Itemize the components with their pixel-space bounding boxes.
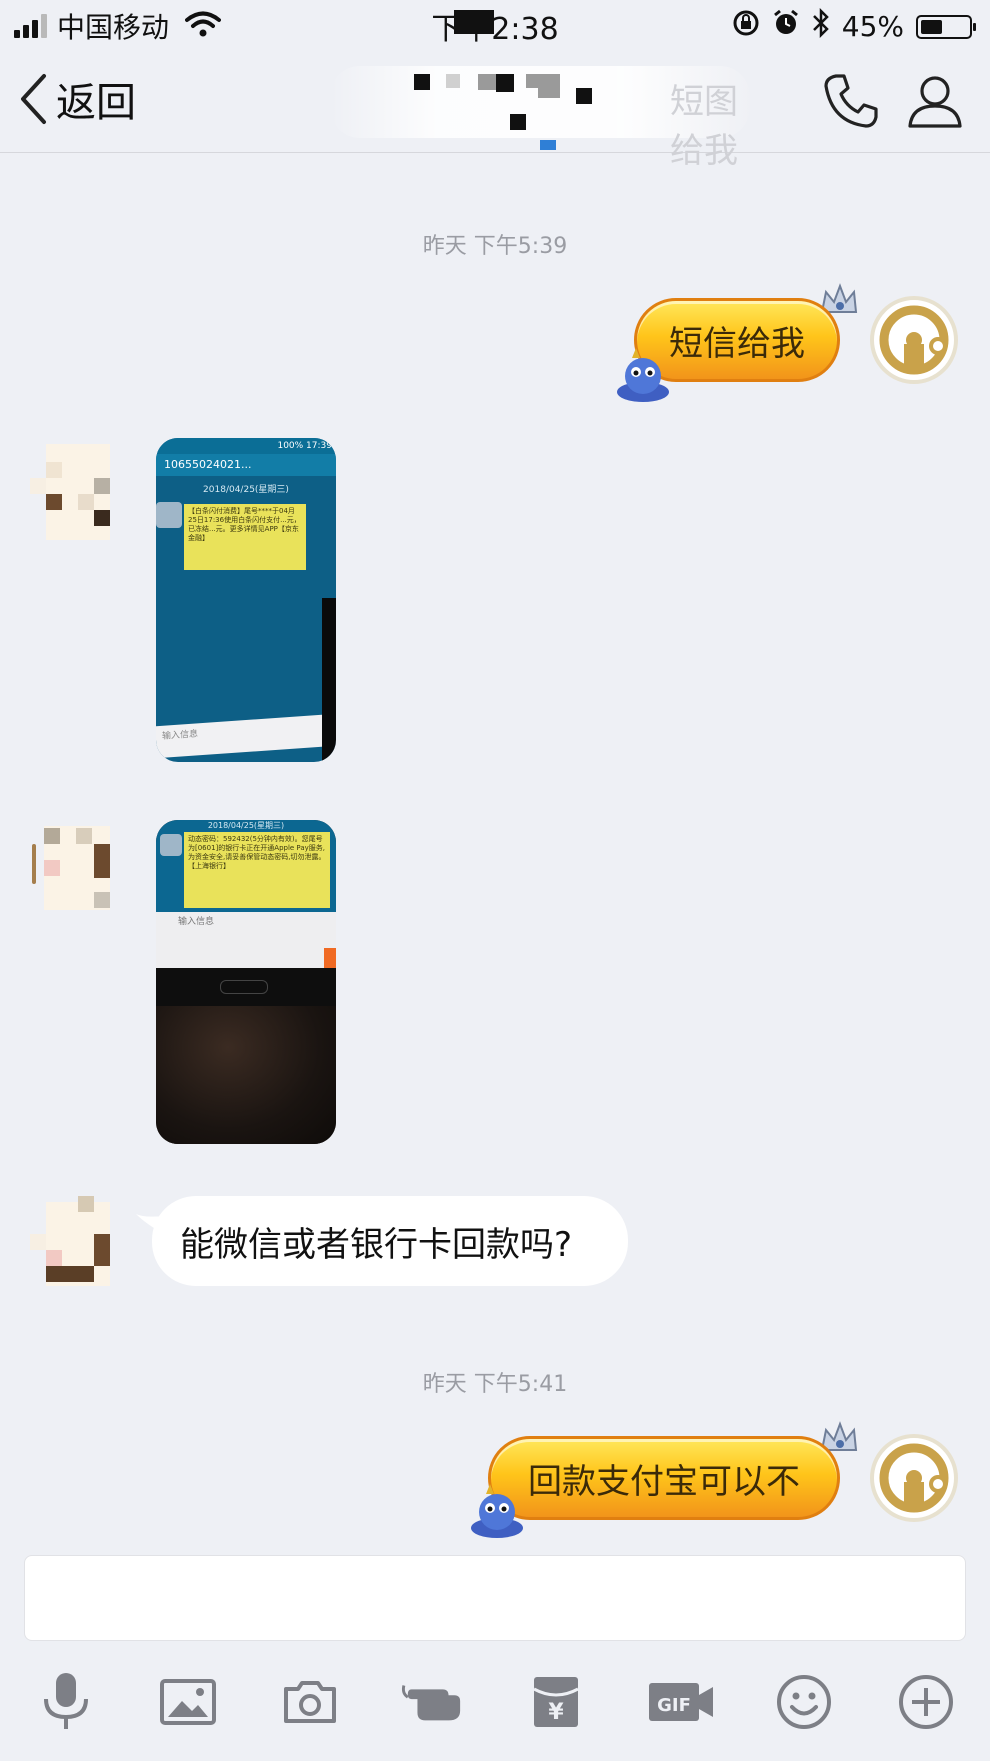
signal-icon bbox=[14, 14, 47, 38]
battery-icon bbox=[916, 14, 976, 39]
bluetooth-icon bbox=[812, 7, 830, 45]
message-timestamp: 昨天 下午5:39 bbox=[422, 234, 568, 259]
battery-percent: 45% bbox=[841, 10, 904, 43]
nav-bar: 返回 短图给我 bbox=[0, 10, 990, 171]
chevron-left-icon bbox=[21, 74, 46, 124]
image-message[interactable]: 100% 17:39 10655024021... 2018/04/25(星期三… bbox=[156, 438, 336, 762]
status-time: 下午2:38 bbox=[431, 12, 559, 47]
photo-dark-background bbox=[156, 1006, 336, 1144]
wifi-icon bbox=[185, 11, 222, 41]
message-input[interactable] bbox=[24, 1555, 966, 1641]
photo-dark-edge bbox=[322, 598, 336, 762]
faded-title: 短图给我 bbox=[670, 82, 738, 171]
photo-sms-bubble: 【白条闪付消费】尾号****于04月25日17:36使用白条闪付支付...元，已… bbox=[184, 504, 306, 570]
contact-avatar[interactable] bbox=[30, 826, 126, 922]
my-avatar[interactable] bbox=[870, 296, 958, 384]
back-button[interactable]: 返回 bbox=[18, 70, 136, 128]
poke-icon[interactable] bbox=[400, 1670, 464, 1734]
gif-label: GIF bbox=[657, 1695, 691, 1716]
monster-decoration-icon bbox=[612, 346, 674, 408]
photo-date: 2018/04/25(星期三) bbox=[203, 485, 289, 495]
message-bubble-sent[interactable]: 回款支付宝可以不 bbox=[488, 1436, 840, 1520]
gif-icon[interactable]: GIF bbox=[644, 1670, 720, 1734]
photo-date: 2018/04/25(星期三) bbox=[207, 821, 285, 830]
photo-sms-bubble: 动态密码：592432(5分钟内有效)。您尾号为[0601]的银行卡正在开通Ap… bbox=[184, 832, 330, 908]
emoji-icon[interactable] bbox=[772, 1670, 836, 1734]
photo-input-hint: 输入信息 bbox=[156, 912, 336, 968]
photo-sender-avatar bbox=[160, 834, 182, 856]
carrier-label: 中国移动 bbox=[57, 11, 170, 44]
contact-name-redacted: 短图给我 bbox=[330, 10, 750, 171]
photo-home-button bbox=[220, 980, 268, 994]
alarm-icon bbox=[772, 9, 800, 44]
status-bar: 中国移动 下午2:38 45% bbox=[0, 0, 990, 48]
photo-status-bar: 100% 17:39 bbox=[156, 438, 336, 454]
red-packet-icon[interactable]: ¥ bbox=[524, 1670, 588, 1734]
message-text: 能微信或者银行卡回款吗? bbox=[180, 1224, 573, 1265]
phone-icon[interactable] bbox=[822, 72, 880, 134]
contact-avatar[interactable] bbox=[30, 444, 126, 540]
my-avatar[interactable] bbox=[870, 1434, 958, 1522]
photo-sender-avatar bbox=[156, 502, 182, 528]
photo-send-button bbox=[324, 948, 336, 968]
status-right: 45% bbox=[732, 7, 976, 45]
photo-input-hint: 输入信息 bbox=[156, 713, 336, 759]
microphone-icon[interactable] bbox=[34, 1670, 98, 1734]
message-text: 回款支付宝可以不 bbox=[528, 1461, 800, 1502]
photo-sms-header: 10655024021... bbox=[156, 454, 336, 476]
image-message[interactable]: 2018/04/25(星期三) 动态密码：592432(5分钟内有效)。您尾号为… bbox=[156, 820, 336, 1144]
plus-icon[interactable] bbox=[894, 1670, 958, 1734]
status-left: 中国移动 bbox=[14, 6, 222, 46]
profile-icon[interactable] bbox=[906, 72, 964, 134]
message-timestamp: 昨天 下午5:41 bbox=[422, 1372, 568, 1397]
image-icon[interactable] bbox=[156, 1670, 220, 1734]
contact-avatar[interactable] bbox=[30, 1196, 126, 1292]
monster-decoration-icon bbox=[466, 1482, 528, 1544]
rotation-lock-icon bbox=[732, 9, 760, 44]
battery-fill bbox=[921, 19, 942, 34]
message-text: 短信给我 bbox=[669, 323, 805, 364]
message-bubble-received[interactable]: 能微信或者银行卡回款吗? bbox=[152, 1196, 628, 1286]
back-label: 返回 bbox=[56, 80, 136, 126]
camera-icon[interactable] bbox=[278, 1670, 342, 1734]
red-packet-symbol: ¥ bbox=[548, 1700, 564, 1725]
input-toolbar: ¥ GIF bbox=[0, 1660, 990, 1750]
